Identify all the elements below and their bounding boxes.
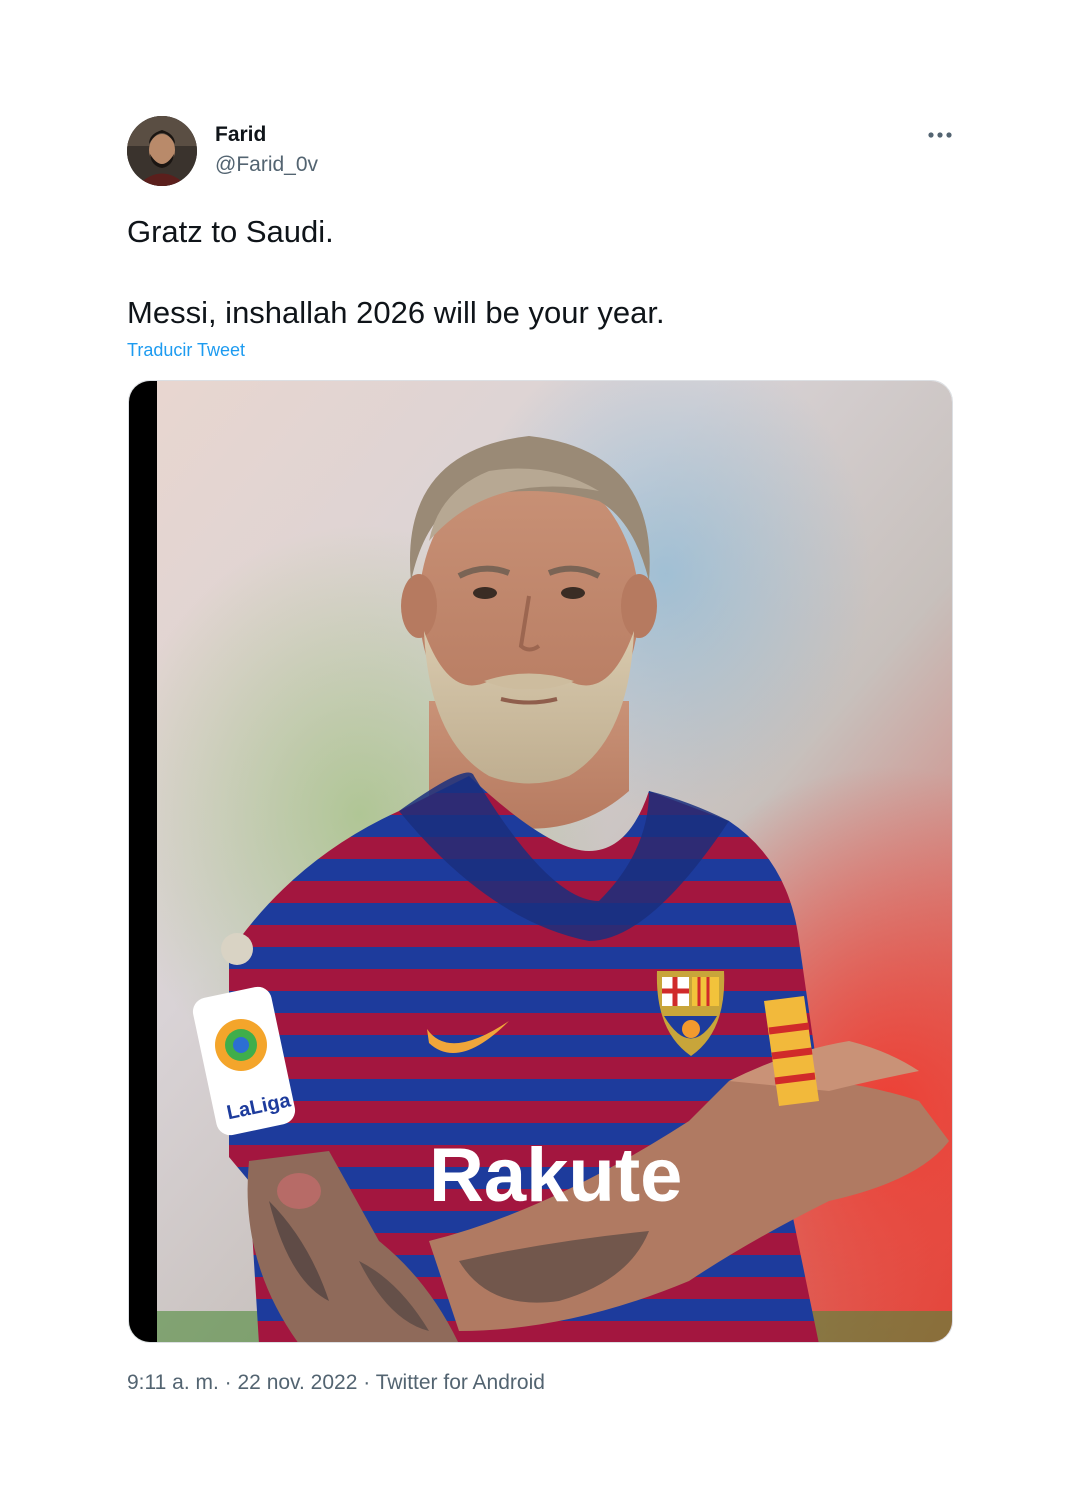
tweet-time[interactable]: 9:11 a. m. (127, 1371, 219, 1394)
tweet-text-line-2: Messi, inshallah 2026 will be your year. (127, 295, 665, 330)
translate-tweet-link[interactable]: Traducir Tweet (127, 340, 245, 361)
meta-separator: · (218, 1371, 238, 1394)
more-options-button[interactable] (920, 118, 960, 152)
more-horizontal-icon (928, 132, 952, 138)
tweet-media-image[interactable]: LaLiga Rakute (128, 380, 953, 1343)
tweet-metadata: 9:11 a. m. · 22 nov. 2022 · Twitter for … (127, 1371, 545, 1395)
player-photo: LaLiga Rakute (129, 381, 952, 1342)
avatar-image (127, 116, 197, 186)
tweet-date[interactable]: 22 nov. 2022 (238, 1371, 358, 1394)
tweet-text-line-1: Gratz to Saudi. (127, 214, 334, 249)
author-display-name[interactable]: Farid (215, 123, 266, 147)
shirt-sponsor-text: Rakute (429, 1133, 682, 1218)
author-avatar[interactable] (127, 116, 197, 186)
author-handle[interactable]: @Farid_0v (215, 153, 318, 177)
meta-separator-2: · (357, 1371, 376, 1394)
tweet-source[interactable]: Twitter for Android (376, 1371, 545, 1394)
